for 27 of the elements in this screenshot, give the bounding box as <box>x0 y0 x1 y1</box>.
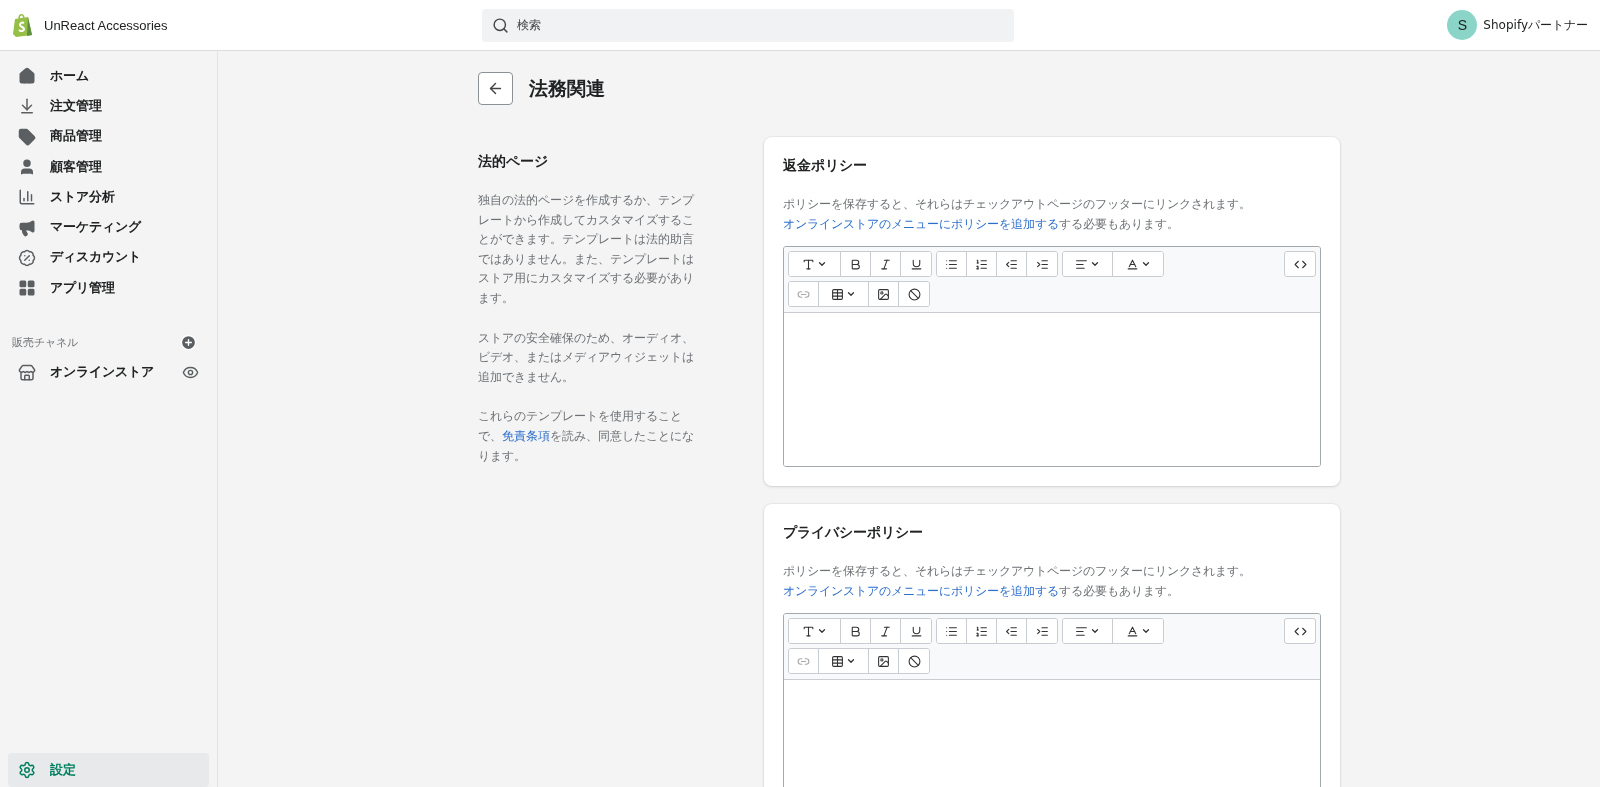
nav-item[interactable]: 顧客管理 <box>8 151 209 183</box>
card-title: 返金ポリシー <box>783 157 868 175</box>
add-policy-link[interactable]: オンラインストアのメニューにポリシーを追加する <box>783 216 1059 231</box>
nav-item[interactable]: オンラインストア <box>8 357 209 388</box>
nav-item[interactable]: マーケティング <box>8 212 209 243</box>
store-name: UnReact Accessories <box>44 17 168 33</box>
section-title: 法的ページ <box>478 153 549 171</box>
section-paragraph: ストアの安全確保のため、オーディオ、ビデオ、またはメディアウィジェットは追加できません。 <box>478 329 694 386</box>
page-title: 法務関連 <box>529 75 605 101</box>
policy-description: ポリシーを保存すると、それらはチェックアウトページのフッターにリンクされます。 オンラインストアのメニューにポリシーを追加するする必要もあります。 <box>783 563 1252 600</box>
section-heading: 販売チャネル <box>12 334 78 350</box>
nav-item[interactable]: ディスカウント <box>8 242 209 274</box>
account-name[interactable]: Shopifyパートナー <box>1483 16 1588 34</box>
nav-item[interactable]: ストア分析 <box>8 182 209 213</box>
nav-item[interactable]: ホーム <box>8 61 209 92</box>
avatar[interactable]: S <box>1447 10 1478 40</box>
nav-item[interactable]: アプリ管理 <box>8 273 209 304</box>
search-field[interactable]: 検索 <box>482 8 1014 42</box>
nav-item[interactable]: 商品管理 <box>8 121 209 152</box>
disclaimer-link[interactable]: 免責条項 <box>502 428 550 443</box>
section-paragraph: 独自の法的ページを作成するか、テンプレートから作成してカスタマイズすることができます。テンプレートは法的助言ではありません。また、テンプレートはストア用にカスタマイズする必要があります。 <box>478 192 694 307</box>
card-title: プライバシーポリシー <box>783 524 924 543</box>
nav-item[interactable]: 注文管理 <box>8 91 209 122</box>
add-policy-link[interactable]: オンラインストアのメニューにポリシーを追加する <box>783 583 1059 598</box>
nav-item[interactable]: 設定 <box>8 753 209 787</box>
section-paragraph: これらのテンプレートを使用することで、免責条項を読み、同意したことになります。 <box>478 408 694 465</box>
policy-description: ポリシーを保存すると、それらはチェックアウトページのフッターにリンクされます。 オンラインストアのメニューにポリシーを追加するする必要もあります。 <box>783 196 1252 233</box>
